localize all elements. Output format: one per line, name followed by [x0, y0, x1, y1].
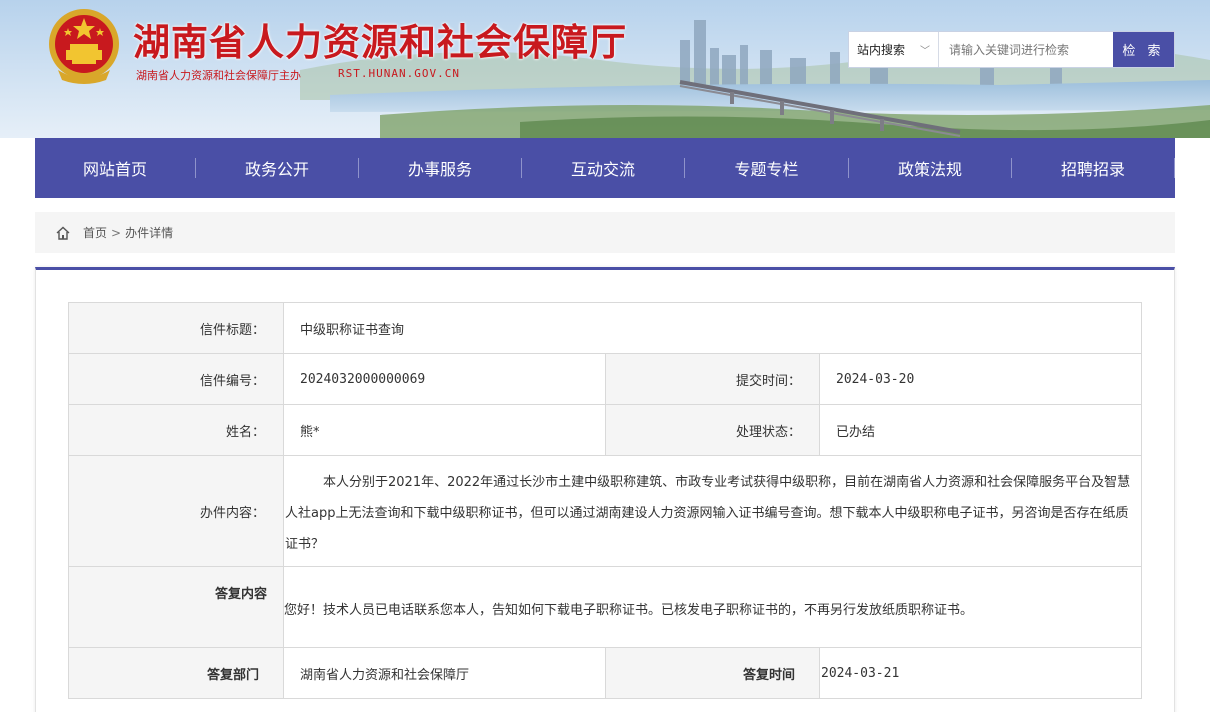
nav-item-home[interactable]: 网站首页 [35, 138, 195, 198]
breadcrumb: 首页 > 办件详情 [35, 212, 1175, 253]
breadcrumb-separator: > [111, 225, 122, 240]
status-value: 已办结 [836, 424, 876, 440]
site-subtitle: 湖南省人力资源和社会保障厅主办 [136, 69, 301, 82]
status-label: 处理状态： [605, 405, 820, 455]
nav-divider [1174, 158, 1175, 178]
nav-item-policies[interactable]: 政策法规 [849, 138, 1011, 198]
number-label: 信件编号： [69, 354, 284, 404]
name-value: 熊* [300, 424, 320, 440]
submit-time-value: 2024-03-20 [836, 371, 915, 387]
national-emblem-icon [49, 9, 119, 84]
reply-value: 您好！技术人员已电话联系您本人，告知如何下载电子职称证书。已核发电子职称证书的，… [284, 603, 974, 618]
reply-label: 答复内容 [69, 567, 284, 647]
breadcrumb-home-link[interactable]: 首页 [83, 224, 107, 241]
chevron-down-icon: ﹀ [920, 46, 930, 57]
table-row: 信件编号： 2024032000000069 提交时间： 2024-03-20 [68, 354, 1142, 405]
home-icon [56, 226, 70, 240]
search-scope-select[interactable]: 站内搜索 ﹀ [849, 32, 939, 67]
reply-dept-label: 答复部门 [69, 648, 284, 698]
reply-time-value: 2024-03-21 [821, 665, 900, 681]
breadcrumb-current: 办件详情 [125, 226, 174, 240]
content-label: 办件内容： [69, 456, 284, 566]
table-row: 办件内容： 本人分别于2021年、2022年通过长沙市土建中级职称建筑、市政专业… [68, 456, 1142, 567]
main-nav: 网站首页 政务公开 办事服务 互动交流 专题专栏 政策法规 招聘招录 [35, 138, 1175, 198]
title-value: 中级职称证书查询 [300, 322, 405, 338]
title-label: 信件标题： [69, 303, 284, 353]
search-scope-label: 站内搜索 [857, 43, 906, 57]
nav-item-recruitment[interactable]: 招聘招录 [1012, 138, 1174, 198]
search-input[interactable] [939, 32, 1113, 67]
number-value: 2024032000000069 [300, 371, 426, 387]
site-header: 湖南省人力资源和社会保障厅 湖南省人力资源和社会保障厅主办 RST.HUNAN.… [0, 0, 1210, 138]
name-label: 姓名： [69, 405, 284, 455]
search-bar: 站内搜索 ﹀ 检 索 [848, 31, 1175, 68]
submit-time-label: 提交时间： [605, 354, 820, 404]
reply-dept-value: 湖南省人力资源和社会保障厅 [300, 667, 470, 683]
nav-item-gov-affairs[interactable]: 政务公开 [196, 138, 358, 198]
nav-item-services[interactable]: 办事服务 [359, 138, 521, 198]
table-row: 姓名： 熊* 处理状态： 已办结 [68, 405, 1142, 456]
site-url: RST.HUNAN.GOV.CN [338, 67, 460, 80]
nav-item-interaction[interactable]: 互动交流 [522, 138, 684, 198]
table-row: 答复部门 湖南省人力资源和社会保障厅 答复时间 2024-03-21 [68, 648, 1142, 699]
content-value: 本人分别于2021年、2022年通过长沙市土建中级职称建筑、市政专业考试获得中级… [285, 475, 1131, 552]
reply-time-label: 答复时间 [605, 648, 820, 698]
table-row: 信件标题： 中级职称证书查询 [68, 302, 1142, 354]
table-row: 答复内容 您好！技术人员已电话联系您本人，告知如何下载电子职称证书。已核发电子职… [68, 567, 1142, 648]
site-title: 湖南省人力资源和社会保障厅 [133, 21, 627, 64]
search-button[interactable]: 检 索 [1113, 32, 1174, 67]
nav-item-topics[interactable]: 专题专栏 [685, 138, 848, 198]
